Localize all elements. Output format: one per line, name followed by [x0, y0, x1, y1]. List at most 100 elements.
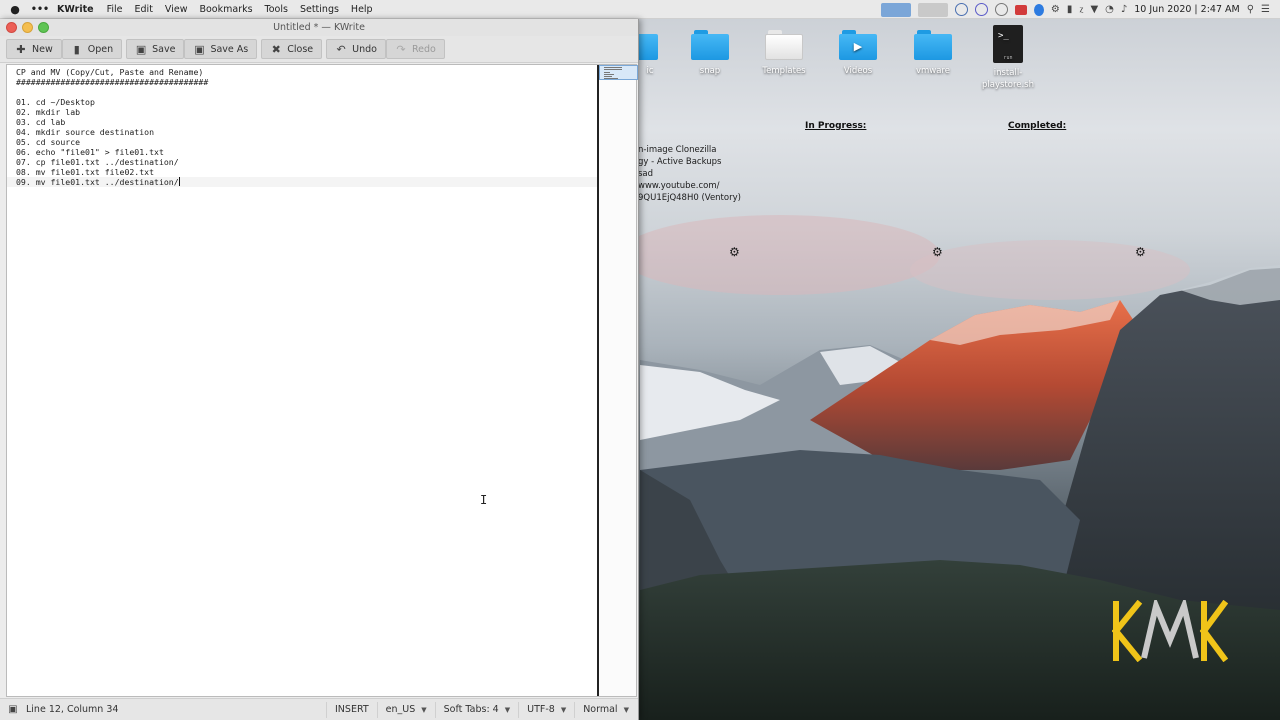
text-cursor-ibeam-icon: I: [480, 493, 488, 507]
minimap-line: [604, 67, 622, 68]
undo-button[interactable]: ↶ Undo: [326, 39, 386, 59]
editor-line[interactable]: 03. cd lab: [16, 117, 597, 127]
save-button[interactable]: ▣ Save: [126, 39, 185, 59]
desktop-icon-snap[interactable]: snap: [675, 30, 745, 76]
close-button[interactable]: ✖ Close: [261, 39, 323, 59]
desktop-icon-videos[interactable]: ▶ Videos: [823, 30, 893, 76]
text-caret: [178, 177, 180, 186]
desktop-icon-label: Videos: [843, 66, 873, 76]
network-monitor-icon[interactable]: [974, 3, 988, 16]
chevron-down-icon: ▼: [421, 705, 427, 714]
widget-line: n-image Clonezilla: [638, 145, 717, 155]
desktop-icon-label: Templates: [762, 66, 806, 76]
pager-active-icon[interactable]: [880, 2, 911, 17]
screen-recorder-icon[interactable]: [1014, 4, 1027, 15]
encoding-select[interactable]: UTF-8 ▼: [518, 701, 574, 718]
chevron-down-icon: ▼: [623, 705, 629, 714]
menu-file[interactable]: File: [101, 4, 129, 15]
plus-icon: ✚: [16, 42, 26, 56]
status-bar: ▣ Line 12, Column 34 INSERT en_US ▼ Soft …: [0, 698, 638, 720]
minimap-line: [604, 74, 614, 75]
save-as-button[interactable]: ▣ Save As: [184, 39, 258, 59]
close-button-label: Close: [287, 43, 314, 55]
editor-line[interactable]: CP and MV (Copy/Cut, Paste and Rename): [16, 67, 597, 77]
editor-line[interactable]: 07. cp file01.txt ../destination/: [16, 157, 597, 167]
wifi-icon[interactable]: ◔: [1105, 4, 1114, 15]
editor-line[interactable]: 05. cd source: [16, 137, 597, 147]
gear-icon[interactable]: ⚙: [1135, 245, 1146, 259]
editor-line[interactable]: [16, 87, 597, 97]
pager-inactive-icon[interactable]: [917, 2, 948, 17]
volume-icon[interactable]: ▼: [1090, 4, 1098, 15]
minimap[interactable]: [597, 65, 638, 696]
save-as-button-label: Save As: [210, 43, 249, 55]
maximize-window-button[interactable]: [38, 22, 49, 33]
shield-icon[interactable]: [1033, 3, 1044, 16]
search-icon[interactable]: ⚲: [1247, 4, 1254, 15]
minimap-line: [604, 76, 612, 77]
close-window-button[interactable]: [6, 22, 17, 33]
overflow-dots-icon[interactable]: •••: [30, 4, 50, 15]
redo-icon: ↷: [396, 42, 406, 56]
minimize-window-button[interactable]: [22, 22, 33, 33]
system-tray: ⚙ ▮ ⲍ ▼ ◔ ♪ 10 Jun 2020 | 2:47 AM ⚲ ☰: [880, 0, 1280, 19]
menu-help[interactable]: Help: [345, 4, 379, 15]
desktop-icon-templates[interactable]: Templates: [749, 30, 819, 76]
indentation-select[interactable]: Soft Tabs: 4 ▼: [434, 701, 518, 718]
desktop-icon-install-playstore[interactable]: >_ run install-playstore.sh: [973, 25, 1043, 91]
save-as-icon: ▣: [194, 42, 205, 56]
open-button[interactable]: ▮ Open: [61, 39, 123, 59]
record-icon[interactable]: [994, 3, 1008, 16]
editor-line[interactable]: 01. cd ~/Desktop: [16, 97, 597, 107]
editor-line[interactable]: 09. mv file01.txt ../destination/: [7, 177, 597, 187]
menu-icon[interactable]: ☰: [1261, 4, 1270, 15]
input-mode-select[interactable]: Normal ▼: [574, 701, 637, 718]
menu-bookmarks[interactable]: Bookmarks: [193, 4, 258, 15]
undo-icon: ↶: [336, 42, 346, 56]
dictionary-select[interactable]: en_US ▼: [376, 701, 435, 718]
chevron-down-icon: ▼: [504, 705, 511, 714]
undo-button-label: Undo: [352, 43, 377, 55]
gear-icon[interactable]: ⚙: [932, 245, 943, 259]
menu-settings[interactable]: Settings: [294, 4, 345, 15]
main-toolbar: ✚ New ▮ Open ▣ Save ▣ Save As ✖ Close ↶ Undo ↷…: [0, 36, 638, 63]
folder-icon: [691, 30, 729, 60]
clock[interactable]: 10 Jun 2020 | 2:47 AM: [1134, 4, 1239, 15]
app-name-menu[interactable]: KWrite: [50, 4, 101, 15]
editor-line[interactable]: 04. mkdir source destination: [16, 127, 597, 137]
bluetooth-icon[interactable]: ⲍ: [1079, 4, 1083, 15]
dictionary-label: en_US: [385, 704, 416, 715]
text-editor[interactable]: CP and MV (Copy/Cut, Paste and Rename) ##…: [7, 65, 597, 696]
menu-edit[interactable]: Edit: [129, 4, 159, 15]
folder-icon: [914, 30, 952, 60]
new-button[interactable]: ✚ New: [6, 39, 62, 59]
apple-icon[interactable]: ●: [0, 3, 30, 16]
widget-list: n-image Clonezilla gy - Active Backups s…: [638, 144, 741, 204]
input-mode-label: Normal: [583, 704, 618, 715]
redo-button[interactable]: ↷ Redo: [385, 39, 445, 59]
gear-icon[interactable]: ⚙: [729, 245, 740, 259]
window-titlebar[interactable]: Untitled * — KWrite: [0, 19, 638, 36]
minimap-line: [604, 78, 618, 79]
battery-icon[interactable]: ▮: [1067, 4, 1073, 15]
editor-line[interactable]: 02. mkdir lab: [16, 107, 597, 117]
editor-line[interactable]: 06. echo "file01" > file01.txt: [16, 147, 597, 157]
activity-icon[interactable]: [954, 3, 968, 16]
editor-line[interactable]: 08. mv file01.txt file02.txt: [16, 167, 597, 177]
desktop-icon-vmware[interactable]: vmware: [898, 30, 968, 76]
settings-icon[interactable]: ⚙: [1051, 4, 1060, 15]
cursor-position[interactable]: Line 12, Column 34: [26, 704, 326, 715]
speaker-icon[interactable]: ♪: [1121, 4, 1127, 15]
video-folder-icon: ▶: [839, 30, 877, 60]
menu-tools[interactable]: Tools: [259, 4, 294, 15]
menu-view[interactable]: View: [159, 4, 194, 15]
folder-open-icon: ▮: [73, 42, 80, 56]
document-save-icon[interactable]: ▣: [0, 704, 26, 715]
widget-line: www.youtube.com/: [638, 181, 720, 191]
insert-mode-indicator[interactable]: INSERT: [326, 701, 377, 718]
widget-line: gy - Active Backups: [638, 157, 722, 167]
editor-area[interactable]: CP and MV (Copy/Cut, Paste and Rename) ##…: [6, 64, 638, 697]
in-progress-label: In Progress:: [805, 121, 867, 131]
editor-line[interactable]: #######################################: [16, 77, 597, 87]
widget-line: 9QU1EjQ48H0 (Ventory): [638, 193, 741, 203]
